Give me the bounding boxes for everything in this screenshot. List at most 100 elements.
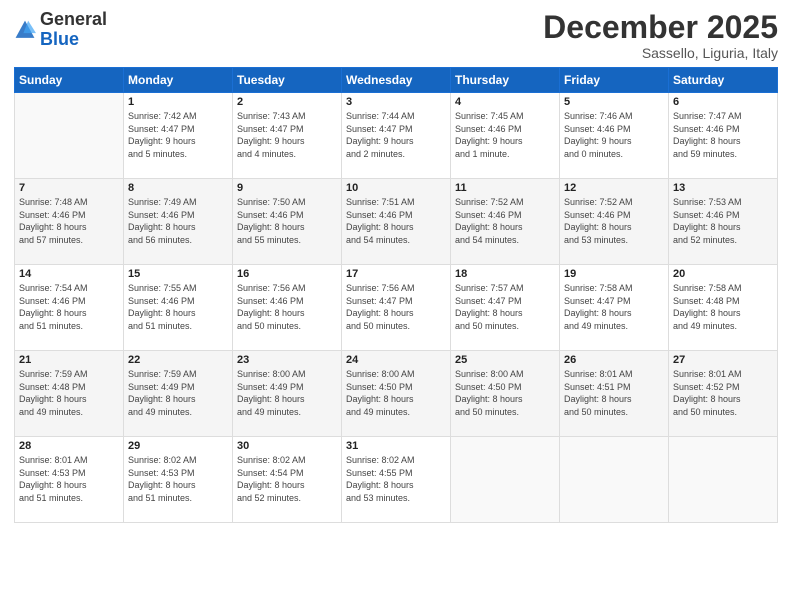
day-number: 24 [346, 354, 446, 366]
calendar-day-cell: 26 Sunrise: 8:01 AMSunset: 4:51 PMDayligh… [560, 351, 669, 437]
calendar-day-cell: 1 Sunrise: 7:42 AMSunset: 4:47 PMDaylight… [124, 93, 233, 179]
day-number: 5 [564, 96, 664, 108]
calendar-day-cell [451, 437, 560, 523]
day-info: Sunrise: 7:55 AMSunset: 4:46 PMDaylight:… [128, 282, 228, 332]
calendar-day-cell: 2Sunrise: 7:43 AMSunset: 4:47 PMDaylight… [233, 93, 342, 179]
day-number: 15 [128, 268, 228, 280]
calendar-day-cell: 20 Sunrise: 7:58 AMSunset: 4:48 PMDayligh… [669, 265, 778, 351]
day-number: 18 [455, 268, 555, 280]
calendar-day-cell: 21Sunrise: 7:59 AMSunset: 4:48 PMDayligh… [15, 351, 124, 437]
calendar-day-cell: 17 Sunrise: 7:56 AMSunset: 4:47 PMDayligh… [342, 265, 451, 351]
calendar-day-cell: 28 Sunrise: 8:01 AMSunset: 4:53 PMDayligh… [15, 437, 124, 523]
day-number: 25 [455, 354, 555, 366]
day-info: Sunrise: 7:57 AMSunset: 4:47 PMDaylight:… [455, 282, 555, 332]
calendar-day-cell: 16Sunrise: 7:56 AMSunset: 4:46 PMDayligh… [233, 265, 342, 351]
day-info: Sunrise: 7:58 AMSunset: 4:48 PMDaylight:… [673, 282, 773, 332]
day-number: 10 [346, 182, 446, 194]
calendar-day-cell: 25 Sunrise: 8:00 AMSunset: 4:50 PMDayligh… [451, 351, 560, 437]
day-info: Sunrise: 8:01 AMSunset: 4:53 PMDaylight:… [19, 454, 119, 504]
day-info: Sunrise: 8:02 AMSunset: 4:55 PMDaylight:… [346, 454, 446, 504]
day-info: Sunrise: 7:59 AMSunset: 4:49 PMDaylight:… [128, 368, 228, 418]
logo-general-text: General [40, 9, 107, 29]
day-info: Sunrise: 7:56 AMSunset: 4:46 PMDaylight:… [237, 282, 337, 332]
day-info: Sunrise: 8:00 AMSunset: 4:50 PMDaylight:… [455, 368, 555, 418]
header-tuesday: Tuesday [233, 68, 342, 93]
calendar-day-cell: 29 Sunrise: 8:02 AMSunset: 4:53 PMDayligh… [124, 437, 233, 523]
calendar-day-cell: 5Sunrise: 7:46 AMSunset: 4:46 PMDaylight… [560, 93, 669, 179]
day-number: 29 [128, 440, 228, 452]
logo-icon [14, 19, 36, 41]
day-info: Sunrise: 8:01 AMSunset: 4:52 PMDaylight:… [673, 368, 773, 418]
location: Sassello, Liguria, Italy [543, 45, 778, 61]
day-info: Sunrise: 8:01 AMSunset: 4:51 PMDaylight:… [564, 368, 664, 418]
day-info: Sunrise: 7:44 AMSunset: 4:47 PMDaylight:… [346, 110, 446, 160]
day-number: 30 [237, 440, 337, 452]
header-monday: Monday [124, 68, 233, 93]
day-info: Sunrise: 7:54 AMSunset: 4:46 PMDaylight:… [19, 282, 119, 332]
day-info: Sunrise: 7:49 AMSunset: 4:46 PMDaylight:… [128, 196, 228, 246]
calendar-day-cell: 23Sunrise: 8:00 AMSunset: 4:49 PMDayligh… [233, 351, 342, 437]
day-number: 3 [346, 96, 446, 108]
weekday-header-row: Sunday Monday Tuesday Wednesday Thursday… [15, 68, 778, 93]
day-number: 11 [455, 182, 555, 194]
calendar-day-cell: 22 Sunrise: 7:59 AMSunset: 4:49 PMDayligh… [124, 351, 233, 437]
calendar-day-cell: 19 Sunrise: 7:58 AMSunset: 4:47 PMDayligh… [560, 265, 669, 351]
day-number: 27 [673, 354, 773, 366]
day-info: Sunrise: 7:47 AMSunset: 4:46 PMDaylight:… [673, 110, 773, 160]
header: General Blue December 2025 Sassello, Lig… [14, 10, 778, 61]
day-number: 20 [673, 268, 773, 280]
calendar-day-cell: 31Sunrise: 8:02 AMSunset: 4:55 PMDayligh… [342, 437, 451, 523]
day-info: Sunrise: 7:52 AMSunset: 4:46 PMDaylight:… [455, 196, 555, 246]
calendar-day-cell: 11 Sunrise: 7:52 AMSunset: 4:46 PMDayligh… [451, 179, 560, 265]
calendar-day-cell: 8 Sunrise: 7:49 AMSunset: 4:46 PMDaylight… [124, 179, 233, 265]
header-friday: Friday [560, 68, 669, 93]
page-container: General Blue December 2025 Sassello, Lig… [0, 0, 792, 612]
day-number: 12 [564, 182, 664, 194]
header-sunday: Sunday [15, 68, 124, 93]
day-number: 22 [128, 354, 228, 366]
day-info: Sunrise: 8:02 AMSunset: 4:53 PMDaylight:… [128, 454, 228, 504]
day-number: 14 [19, 268, 119, 280]
calendar-week-row: 1 Sunrise: 7:42 AMSunset: 4:47 PMDaylight… [15, 93, 778, 179]
calendar-day-cell [15, 93, 124, 179]
title-block: December 2025 Sassello, Liguria, Italy [543, 10, 778, 61]
calendar-day-cell [669, 437, 778, 523]
calendar-day-cell: 24Sunrise: 8:00 AMSunset: 4:50 PMDayligh… [342, 351, 451, 437]
day-info: Sunrise: 7:52 AMSunset: 4:46 PMDaylight:… [564, 196, 664, 246]
day-number: 4 [455, 96, 555, 108]
calendar-day-cell: 27 Sunrise: 8:01 AMSunset: 4:52 PMDayligh… [669, 351, 778, 437]
calendar-week-row: 21Sunrise: 7:59 AMSunset: 4:48 PMDayligh… [15, 351, 778, 437]
calendar-table: Sunday Monday Tuesday Wednesday Thursday… [14, 67, 778, 523]
day-number: 28 [19, 440, 119, 452]
day-info: Sunrise: 7:50 AMSunset: 4:46 PMDaylight:… [237, 196, 337, 246]
month-title: December 2025 [543, 10, 778, 45]
calendar-day-cell [560, 437, 669, 523]
day-info: Sunrise: 7:45 AMSunset: 4:46 PMDaylight:… [455, 110, 555, 160]
day-info: Sunrise: 7:53 AMSunset: 4:46 PMDaylight:… [673, 196, 773, 246]
header-wednesday: Wednesday [342, 68, 451, 93]
day-number: 1 [128, 96, 228, 108]
calendar-day-cell: 4 Sunrise: 7:45 AMSunset: 4:46 PMDaylight… [451, 93, 560, 179]
day-info: Sunrise: 7:58 AMSunset: 4:47 PMDaylight:… [564, 282, 664, 332]
calendar-day-cell: 15 Sunrise: 7:55 AMSunset: 4:46 PMDayligh… [124, 265, 233, 351]
calendar-day-cell: 13Sunrise: 7:53 AMSunset: 4:46 PMDayligh… [669, 179, 778, 265]
day-number: 19 [564, 268, 664, 280]
day-number: 17 [346, 268, 446, 280]
day-info: Sunrise: 7:56 AMSunset: 4:47 PMDaylight:… [346, 282, 446, 332]
calendar-day-cell: 12 Sunrise: 7:52 AMSunset: 4:46 PMDayligh… [560, 179, 669, 265]
day-info: Sunrise: 7:42 AMSunset: 4:47 PMDaylight:… [128, 110, 228, 160]
day-info: Sunrise: 7:51 AMSunset: 4:46 PMDaylight:… [346, 196, 446, 246]
day-number: 8 [128, 182, 228, 194]
day-number: 21 [19, 354, 119, 366]
calendar-day-cell: 30 Sunrise: 8:02 AMSunset: 4:54 PMDayligh… [233, 437, 342, 523]
calendar-week-row: 28 Sunrise: 8:01 AMSunset: 4:53 PMDayligh… [15, 437, 778, 523]
calendar-day-cell: 14 Sunrise: 7:54 AMSunset: 4:46 PMDayligh… [15, 265, 124, 351]
calendar-day-cell: 7Sunrise: 7:48 AMSunset: 4:46 PMDaylight… [15, 179, 124, 265]
calendar-day-cell: 6 Sunrise: 7:47 AMSunset: 4:46 PMDaylight… [669, 93, 778, 179]
logo-blue-text: Blue [40, 29, 79, 49]
day-info: Sunrise: 7:48 AMSunset: 4:46 PMDaylight:… [19, 196, 119, 246]
day-info: Sunrise: 8:02 AMSunset: 4:54 PMDaylight:… [237, 454, 337, 504]
day-number: 6 [673, 96, 773, 108]
day-number: 9 [237, 182, 337, 194]
day-number: 26 [564, 354, 664, 366]
